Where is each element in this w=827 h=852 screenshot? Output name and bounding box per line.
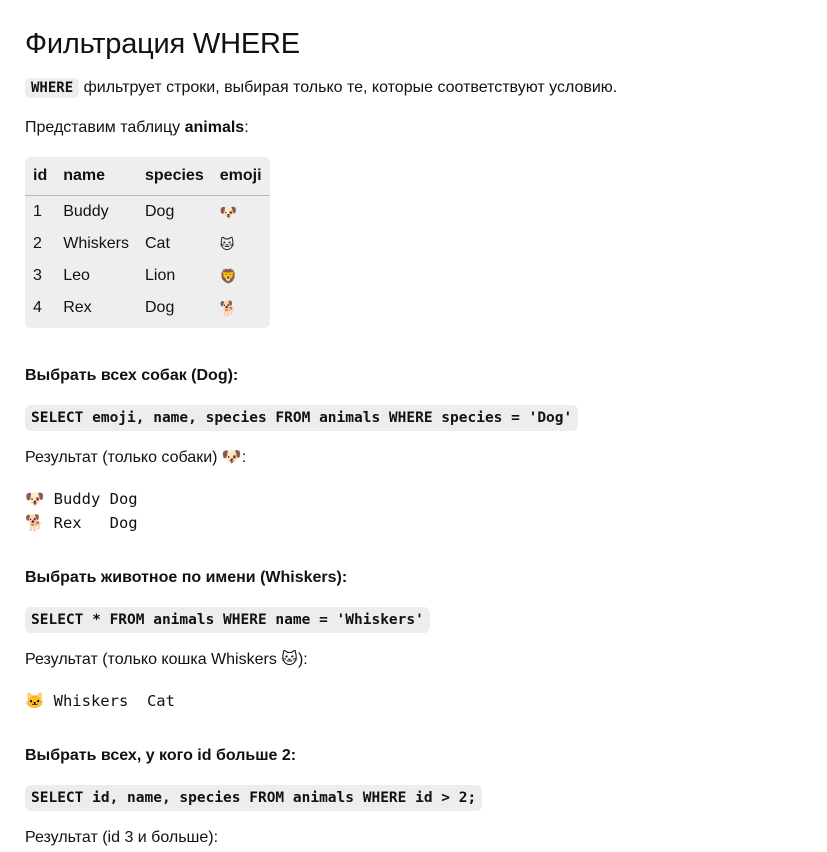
header-species: species <box>137 157 212 196</box>
cell-name: Buddy <box>63 203 109 220</box>
animals-table: id name species emoji 1 Buddy Dog 🐶 2 Wh… <box>25 157 270 324</box>
page-title: Фильтрация WHERE <box>25 28 300 60</box>
lead-text: Представим таблицу <box>25 119 185 136</box>
cell-species: Lion <box>145 267 176 284</box>
lead-paragraph: Представим таблицу animals: <box>25 117 802 139</box>
table-row: 1 Buddy Dog 🐶 <box>25 196 270 229</box>
section-title-whiskers: Выбрать животное по имени (Whiskers): <box>25 569 348 586</box>
cat-emoji-icon: 🐱 <box>219 235 235 252</box>
where-keyword: WHERE <box>25 78 80 98</box>
table-name: animals <box>184 119 245 136</box>
header-emoji: emoji <box>211 157 270 196</box>
cell-species: Cat <box>145 235 170 252</box>
result-label-whiskers: Результат (только кошка Whiskers 🐱): <box>25 651 308 668</box>
intro-paragraph: WHERE фильтрует строки, выбирая только т… <box>25 77 802 99</box>
lead-suffix: : <box>244 119 249 136</box>
cell-name: Leo <box>63 267 90 284</box>
result-line: 🐕 Rex Dog <box>25 514 138 532</box>
result-label-id: Результат (id 3 и больше): <box>25 829 219 846</box>
cell-name: Whiskers <box>63 235 129 252</box>
cell-id: 2 <box>33 235 42 252</box>
result-label-dogs: Результат (только собаки) 🐶: <box>25 449 247 466</box>
cell-id: 3 <box>33 267 42 284</box>
section-title-id: Выбрать всех, у кого id больше 2: <box>25 747 297 764</box>
section-title-dogs: Выбрать всех собак (Dog): <box>25 367 239 384</box>
table-row: 3 Leo Lion 🦁 <box>25 260 270 292</box>
result-line: 🐱 Whiskers Cat <box>25 692 175 710</box>
dog2-emoji-icon: 🐕 <box>219 299 238 316</box>
cell-id: 1 <box>33 203 42 220</box>
query-id: SELECT id, name, species FROM animals WH… <box>25 785 483 811</box>
result-line: 🐶 Buddy Dog <box>25 490 138 508</box>
cell-id: 4 <box>33 299 42 316</box>
query-dogs: SELECT emoji, name, species FROM animals… <box>25 405 579 431</box>
document: Фильтрация WHERE WHERE фильтрует строки,… <box>0 0 827 849</box>
header-id: id <box>25 157 56 196</box>
cell-species: Dog <box>145 299 175 316</box>
result-whiskers: 🐱 Whiskers Cat <box>25 689 802 713</box>
table-row: 4 Rex Dog 🐕 <box>25 292 270 324</box>
cell-species: Dog <box>145 203 175 220</box>
result-dogs: 🐶 Buddy Dog 🐕 Rex Dog <box>25 487 802 535</box>
query-whiskers: SELECT * FROM animals WHERE name = 'Whis… <box>25 607 430 633</box>
header-name: name <box>55 157 137 196</box>
dog-emoji-icon: 🐶 <box>219 203 238 220</box>
animals-table-container: id name species emoji 1 Buddy Dog 🐶 2 Wh… <box>25 157 270 328</box>
cell-name: Rex <box>63 299 92 316</box>
table-header-row: id name species emoji <box>25 157 270 196</box>
intro-text: фильтрует строки, выбирая только те, кот… <box>79 79 618 96</box>
lion-emoji-icon: 🦁 <box>219 267 238 284</box>
table-row: 2 Whiskers Cat 🐱 <box>25 228 270 260</box>
